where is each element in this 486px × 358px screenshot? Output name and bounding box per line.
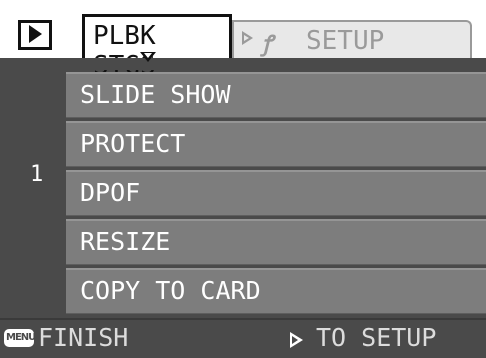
menu-item-label: COPY TO CARD (80, 276, 261, 305)
finish-hint: FINISH (38, 323, 129, 352)
to-setup-hint: TO SETUP (316, 323, 437, 352)
footer-hint-bar: MENU FINISH TO SETUP (0, 318, 486, 358)
right-arrow-icon (290, 332, 303, 348)
menu-item-label: DPOF (80, 178, 141, 207)
camera-menu-screen: PLBK STGS ꝭ SETUP 1 SLIDE SHOW PROTECT D… (0, 0, 486, 358)
tab-setup-label: SETUP (306, 26, 385, 56)
header-divider (0, 58, 486, 70)
tab-selected-marker-icon (140, 52, 156, 66)
tab-setup[interactable]: ꝭ SETUP (232, 20, 472, 60)
menu-item-label: PROTECT (80, 129, 186, 158)
menu-item-protect[interactable]: PROTECT (66, 121, 486, 167)
page-indicator-column: 1 (0, 70, 66, 320)
tab-playback-settings[interactable]: PLBK STGS (82, 14, 232, 81)
menu-list: SLIDE SHOW PROTECT DPOF RESIZE COPY TO C… (66, 72, 486, 317)
menu-item-resize[interactable]: RESIZE (66, 219, 486, 265)
tab-selected-marker-shape (140, 52, 156, 62)
menu-item-label: SLIDE SHOW (80, 80, 231, 109)
menu-item-dpof[interactable]: DPOF (66, 170, 486, 216)
play-triangle-icon (29, 25, 42, 43)
page-number: 1 (30, 162, 44, 187)
menu-key-icon: MENU (4, 329, 36, 347)
menu-header: PLBK STGS ꝭ SETUP (0, 0, 486, 81)
menu-key-icon-text: MENU (6, 332, 36, 343)
tab-arrow-icon (242, 31, 253, 45)
menu-item-label: RESIZE (80, 227, 171, 256)
wrench-icon: ꝭ (262, 32, 273, 57)
menu-item-copy-to-card[interactable]: COPY TO CARD (66, 268, 486, 314)
menu-item-slide-show[interactable]: SLIDE SHOW (66, 72, 486, 118)
playback-icon (14, 14, 64, 50)
